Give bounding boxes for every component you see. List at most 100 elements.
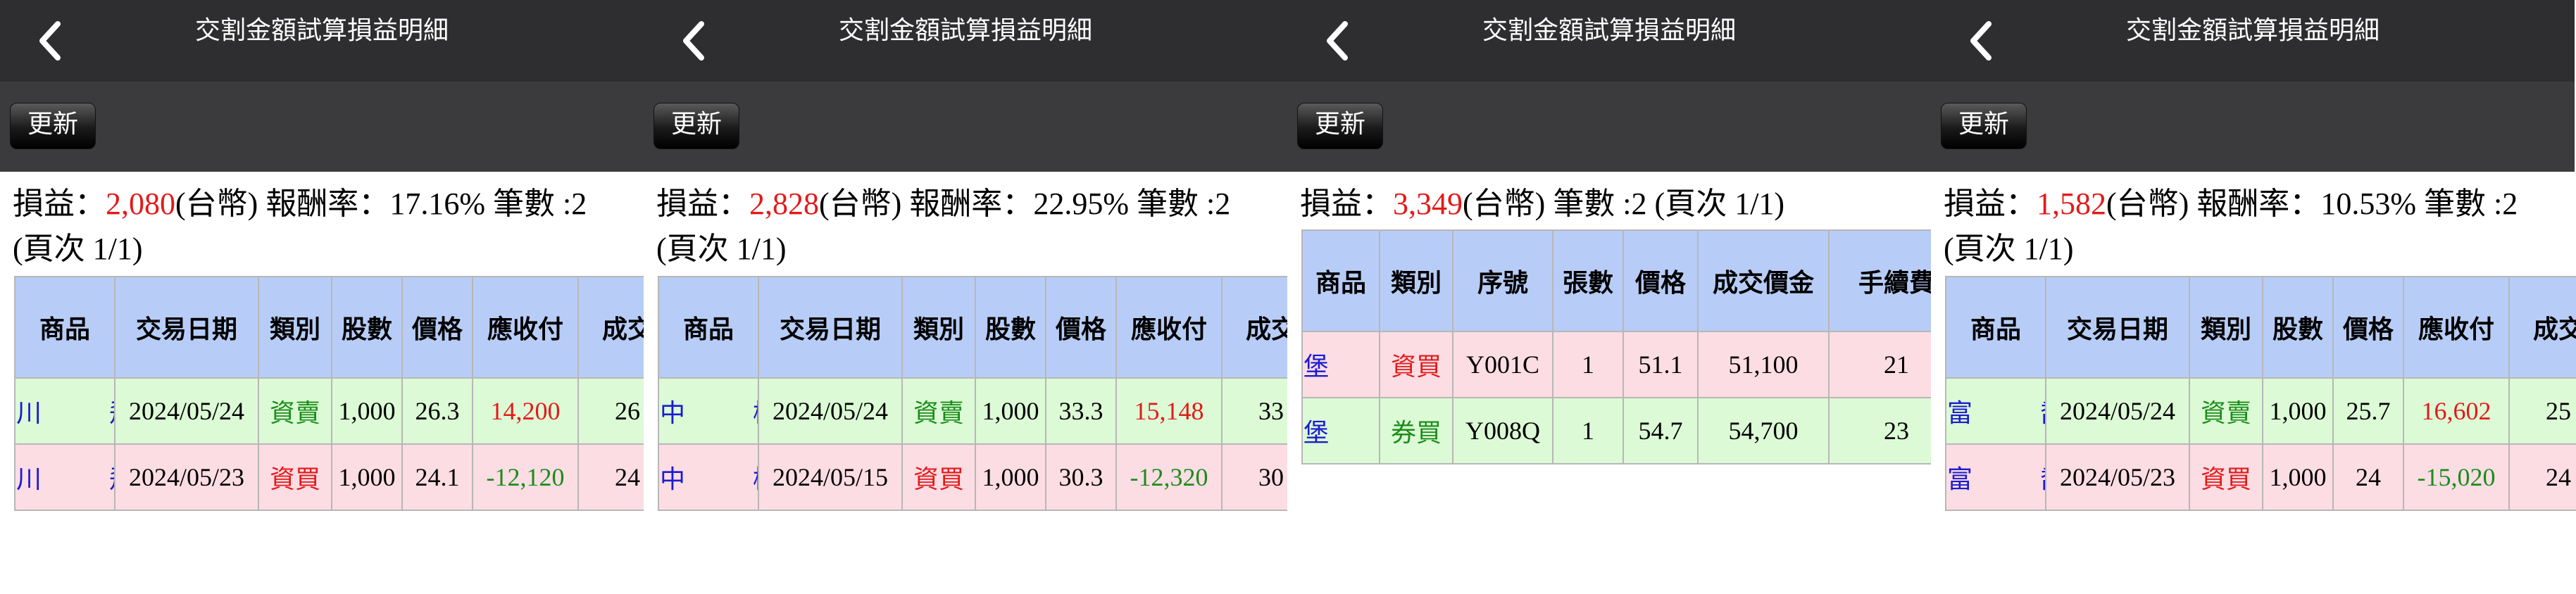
- col-header: 類別: [2189, 276, 2263, 379]
- cell-lots: 1: [1552, 331, 1624, 398]
- cell-deal: 33: [1221, 377, 1287, 445]
- cell-product[interactable]: 中 櫃: [658, 443, 759, 511]
- return-label: 報酬率：: [2196, 187, 2321, 221]
- cell-type: 券買: [1379, 397, 1453, 465]
- pl-value: 2,080: [106, 187, 175, 221]
- refresh-button[interactable]: 更新: [1297, 103, 1383, 149]
- col-header: 股數: [975, 276, 1046, 379]
- col-header: 股數: [331, 276, 403, 379]
- col-header: 商品: [1945, 276, 2046, 379]
- refresh-button[interactable]: 更新: [10, 103, 96, 149]
- cell-product[interactable]: 堡 達: [1301, 331, 1380, 398]
- cell-date: 2024/05/23: [2045, 443, 2190, 511]
- pl-label: 損益：: [1944, 187, 2037, 221]
- cell-product[interactable]: 堡 達: [1301, 397, 1380, 465]
- cell-price: 30.3: [1045, 443, 1117, 511]
- page-title: 交割金額試算損益明細: [1482, 16, 1736, 45]
- summary-line: 損益：2,828(台幣) 報酬率：22.95% 筆數 :2 (頁次 1/1): [656, 182, 1283, 272]
- count-value: 2: [2502, 187, 2518, 221]
- trade-table: 商品 類別 序號 張數 價格 成交價金 手續費 堡 達 資買 Y001C 1 5…: [1301, 229, 1931, 465]
- title-bar: 交割金額試算損益明細: [1931, 0, 2575, 82]
- cell-shares: 1,000: [2262, 377, 2334, 445]
- col-header: 交易日期: [114, 276, 259, 379]
- table-row[interactable]: 中 櫃 2024/05/24 資賣 1,000 33.3 15,148 33: [658, 377, 1287, 445]
- pl-unit: (台幣): [2106, 187, 2197, 221]
- cell-amount: -12,120: [472, 443, 579, 511]
- title-bar: 交割金額試算損益明細: [1287, 0, 1931, 82]
- cell-shares: 1,000: [975, 377, 1046, 445]
- page-indicator: (頁次 1/1): [1646, 187, 1785, 221]
- title-bar: 交割金額試算損益明細: [644, 0, 1287, 82]
- pl-value: 2,828: [749, 187, 819, 221]
- table-row[interactable]: 富 喬 2024/05/24 資賣 1,000 25.7 16,602 25: [1945, 377, 2576, 445]
- cell-date: 2024/05/23: [114, 443, 259, 511]
- pl-label: 損益：: [656, 187, 749, 221]
- col-header: 交易日期: [2045, 276, 2190, 379]
- pl-label: 損益：: [13, 187, 106, 221]
- cell-product[interactable]: 富 喬: [1945, 443, 2046, 511]
- cell-amount: -15,020: [2403, 443, 2510, 511]
- panel-1: 交割金額試算損益明細 更新 損益：2,080(台幣) 報酬率：17.16% 筆數…: [0, 0, 644, 594]
- col-header: 手續費: [1828, 229, 1931, 332]
- return-label: 報酬率：: [265, 187, 390, 221]
- count-value: 2: [1215, 187, 1231, 221]
- page-title: 交割金額試算損益明細: [2125, 16, 2380, 45]
- count-value: 2: [1631, 187, 1647, 221]
- table-row[interactable]: 堡 達 券買 Y008Q 1 54.7 54,700 23: [1301, 397, 1931, 465]
- cell-price: 26.3: [401, 377, 473, 445]
- cell-type: 資買: [1379, 331, 1453, 398]
- cell-amount: 15,148: [1115, 377, 1223, 445]
- col-header: 成交: [1221, 276, 1287, 379]
- table-row[interactable]: 堡 達 資買 Y001C 1 51.1 51,100 21: [1301, 331, 1931, 398]
- table-row[interactable]: 富 喬 2024/05/23 資買 1,000 24 -15,020 24: [1945, 443, 2576, 511]
- col-header: 價格: [1045, 276, 1117, 379]
- count-value: 2: [571, 187, 587, 221]
- cell-deal-amount: 54,700: [1697, 397, 1830, 465]
- return-label: 報酬率：: [909, 187, 1034, 221]
- cell-amount: 16,602: [2403, 377, 2510, 445]
- refresh-button[interactable]: 更新: [654, 103, 739, 149]
- page-title: 交割金額試算損益明細: [838, 16, 1092, 45]
- table-row[interactable]: 川 飛 2024/05/24 資賣 1,000 26.3 14,200 26: [14, 377, 644, 445]
- return-value: 17.16%: [389, 187, 485, 221]
- col-header: 交易日期: [758, 276, 903, 379]
- cell-amount: -12,320: [1115, 443, 1223, 511]
- col-header: 價格: [401, 276, 473, 379]
- table-header-row: 商品 交易日期 類別 股數 價格 應收付 成交: [658, 276, 1287, 379]
- count-label: 筆數 :: [1553, 187, 1632, 221]
- cell-fee: 23: [1828, 397, 1931, 465]
- cell-date: 2024/05/24: [2045, 377, 2190, 445]
- cell-product[interactable]: 川 飛: [14, 377, 115, 445]
- cell-price: 33.3: [1045, 377, 1117, 445]
- pl-label: 損益：: [1300, 187, 1393, 221]
- cell-product[interactable]: 中 櫃: [658, 377, 759, 445]
- cell-shares: 1,000: [331, 377, 403, 445]
- cell-deal: 26: [577, 377, 644, 445]
- col-header: 類別: [901, 276, 976, 379]
- cell-price: 24.1: [401, 443, 473, 511]
- summary-line: 損益：1,582(台幣) 報酬率：10.53% 筆數 :2 (頁次 1/1): [1944, 182, 2570, 272]
- cell-date: 2024/05/24: [758, 377, 903, 445]
- cell-product[interactable]: 川 飛: [14, 443, 115, 511]
- toolbar: 更新: [0, 82, 644, 172]
- summary-line: 損益：3,349(台幣) 筆數 :2 (頁次 1/1): [1300, 182, 1927, 227]
- table-row[interactable]: 川 飛 2024/05/23 資買 1,000 24.1 -12,120 24: [14, 443, 644, 511]
- title-bar: 交割金額試算損益明細: [0, 0, 644, 82]
- pl-value: 3,349: [1393, 187, 1463, 221]
- cell-type: 資買: [2189, 443, 2263, 511]
- cell-product[interactable]: 富 喬: [1945, 377, 2046, 445]
- cell-date: 2024/05/15: [758, 443, 903, 511]
- pl-unit: (台幣): [1463, 187, 1553, 221]
- table-header-row: 商品 交易日期 類別 股數 價格 應收付 成交: [14, 276, 644, 379]
- refresh-button[interactable]: 更新: [1941, 103, 2027, 149]
- col-header: 應收付: [1115, 276, 1223, 379]
- col-header: 價格: [1622, 229, 1699, 332]
- cell-type: 資賣: [901, 377, 976, 445]
- col-header: 類別: [258, 276, 332, 379]
- col-header: 張數: [1552, 229, 1624, 332]
- table-row[interactable]: 中 櫃 2024/05/15 資買 1,000 30.3 -12,320 30: [658, 443, 1287, 511]
- page-indicator: (頁次 1/1): [656, 232, 787, 266]
- cell-type: 資賣: [2189, 377, 2263, 445]
- panel-4: 交割金額試算損益明細 更新 損益：1,582(台幣) 報酬率：10.53% 筆數…: [1931, 0, 2576, 594]
- cell-date: 2024/05/24: [114, 377, 259, 445]
